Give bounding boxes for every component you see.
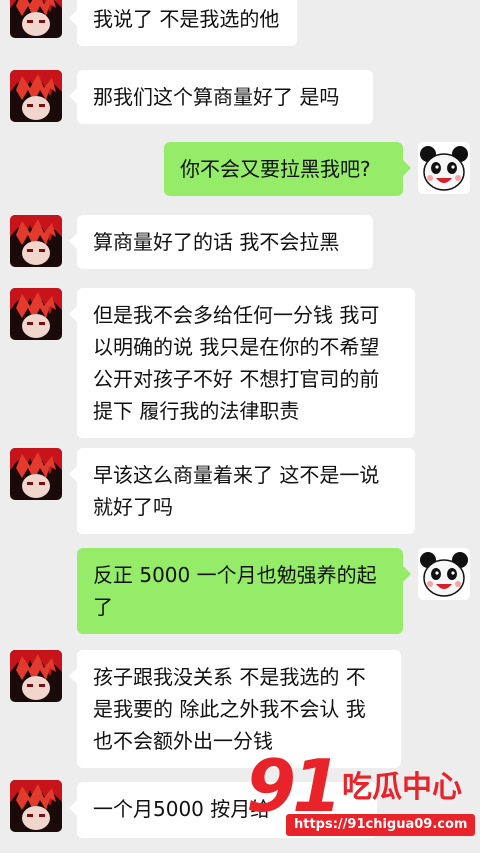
message-bubble[interactable]: 一个月5000 按月给 (69, 782, 377, 838)
message-text: 早该这么商量着来了 这不是一说就好了吗 (93, 463, 380, 519)
message-bubble[interactable]: 反正 5000 一个月也勉强养的起了 (77, 548, 411, 634)
message-bubble[interactable]: 但是我不会多给任何一分钱 我可以明确的说 我只是在你的不希望公开对孩子不好 不想… (69, 288, 415, 438)
panda-avatar-icon[interactable] (418, 142, 470, 194)
red-hair-avatar-icon[interactable] (10, 448, 62, 500)
message-bubble[interactable]: 我说了 不是我选的他 (69, 0, 297, 46)
message-bubble[interactable]: 孩子跟我没关系 不是我选的 不是我要的 除此之外我不会认 我也不会额外出一分钱 (69, 650, 401, 768)
red-hair-avatar-icon[interactable] (10, 650, 62, 702)
message-text: 但是我不会多给任何一分钱 我可以明确的说 我只是在你的不希望公开对孩子不好 不想… (93, 303, 380, 423)
message-bubble[interactable]: 早该这么商量着来了 这不是一说就好了吗 (69, 448, 415, 534)
message-text: 孩子跟我没关系 不是我选的 不是我要的 除此之外我不会认 我也不会额外出一分钱 (93, 665, 366, 753)
message-bubble[interactable]: 那我们这个算商量好了 是吗 (69, 70, 373, 124)
message-text: 那我们这个算商量好了 是吗 (93, 85, 340, 109)
message-text: 反正 5000 一个月也勉强养的起了 (93, 563, 377, 619)
red-hair-avatar-icon[interactable] (10, 780, 62, 832)
red-hair-avatar-icon[interactable] (10, 0, 62, 38)
red-hair-avatar-icon[interactable] (10, 70, 62, 122)
message-text: 我说了 不是我选的他 (93, 7, 280, 31)
message-bubble[interactable]: 算商量好了的话 我不会拉黑 (69, 215, 373, 269)
message-bubble[interactable]: 你不会又要拉黑我吧? (164, 142, 411, 196)
red-hair-avatar-icon[interactable] (10, 288, 62, 340)
panda-avatar-icon[interactable] (418, 548, 470, 600)
red-hair-avatar-icon[interactable] (10, 215, 62, 267)
message-text: 一个月5000 按月给 (93, 797, 271, 821)
message-text: 算商量好了的话 我不会拉黑 (93, 230, 340, 254)
message-text: 你不会又要拉黑我吧? (180, 157, 371, 181)
chat-thread: 我说了 不是我选的他 那我们这个算商量好了 是吗 你不会又要拉黑我吧? 算商量好… (0, 0, 480, 853)
